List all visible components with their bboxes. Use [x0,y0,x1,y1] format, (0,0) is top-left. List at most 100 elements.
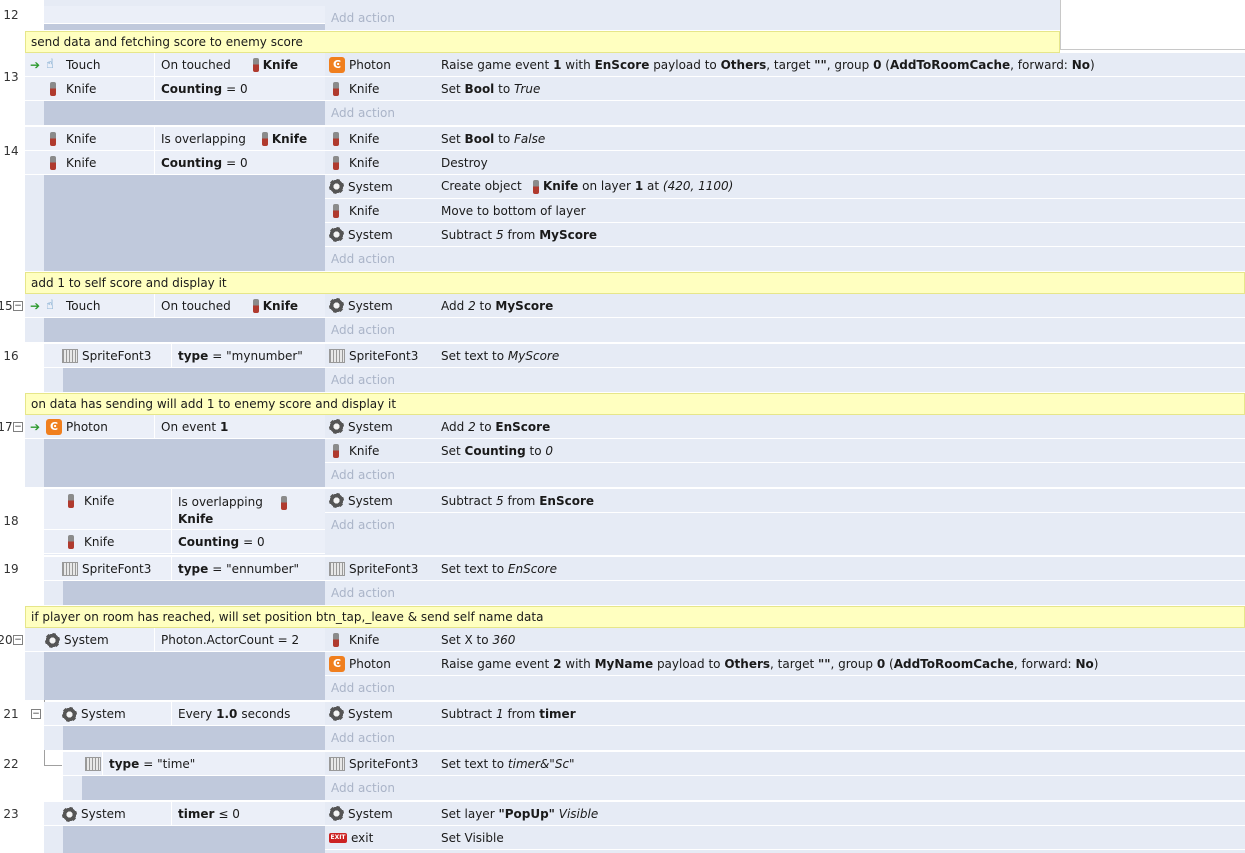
add-action-13[interactable]: Add action [325,101,1245,125]
action-object: Knife [349,131,380,146]
action-object: System [348,298,393,313]
knife-icon [68,494,74,508]
spritefont-icon [329,348,345,363]
add-action-16[interactable]: Add action [325,368,1245,392]
action-object: Knife [349,81,380,96]
gear-icon [329,419,344,434]
object-name: Photon [66,420,108,434]
condition-param: 1.0 [216,707,238,721]
event-12-condition[interactable] [44,6,325,24]
action-text: Add 2 to EnScore [441,419,551,434]
action-object: SpriteFont3 [349,561,419,576]
add-action-17[interactable]: Add action [325,463,1245,487]
action-object: Knife [349,443,380,458]
trigger-arrow-icon: ➔ [30,58,41,72]
event-13-condition-2[interactable]: Knife Counting = 0 [25,77,325,101]
knife-icon [252,58,259,72]
event-16-condition-1[interactable]: SpriteFont3 type = "mynumber" [44,344,325,368]
knife-icon [333,203,339,218]
action-object: System [348,493,393,508]
event-15-action-1[interactable]: System Add 2 to MyScore [325,294,1245,318]
event-23-action-2[interactable]: EXIT exit Set Visible [325,826,1245,850]
row-number-12: 12 [3,8,19,22]
collapse-toggle-15[interactable]: − [13,301,23,311]
collapse-toggle-21[interactable]: − [31,709,41,719]
action-object: System [348,227,393,242]
action-object: SpriteFont3 [349,348,419,363]
event-23-action-1[interactable]: System Set layer "PopUp" Visible [325,802,1245,826]
event-21-condition-1[interactable]: System Every 1.0 seconds [44,702,325,726]
event-14-action-1[interactable]: Knife Set Bool to False [325,127,1245,151]
event-19-action-1[interactable]: SpriteFont3 Set text to EnScore [325,557,1245,581]
action-text: Subtract 5 from EnScore [441,493,594,508]
comment-17[interactable]: on data has sending will add 1 to enemy … [25,393,1245,415]
event-13-action-2[interactable]: Knife Set Bool to True [325,77,1245,101]
spritefont-icon [85,757,101,771]
row-number-19: 19 [3,562,19,576]
object-name: SpriteFont3 [82,349,152,363]
touch-icon: ☝ [46,298,54,313]
event-17-action-2[interactable]: Knife Set Counting to 0 [325,439,1245,463]
action-object: System [348,419,393,434]
event-14-condition-2[interactable]: Knife Counting = 0 [25,151,325,175]
event-19-condition-1[interactable]: SpriteFont3 type = "ennumber" [44,557,325,581]
event-16-action-1[interactable]: SpriteFont3 Set text to MyScore [325,344,1245,368]
event-14-action-3[interactable]: System Create object Knife on layer 1 at… [325,175,1245,199]
event-14-condition-1[interactable]: Knife Is overlapping Knife [25,127,325,151]
add-action-21[interactable]: Add action [325,726,1245,750]
exit-icon: EXIT [329,832,347,843]
event-13-condition-1[interactable]: ➔ ☝ Touch On touched Knife [25,53,325,77]
collapse-toggle-17[interactable]: − [13,422,23,432]
event-18-action-1[interactable]: System Subtract 5 from EnScore [325,489,1245,513]
knife-icon [252,299,259,313]
knife-icon [50,132,56,146]
event-17-condition-1[interactable]: ➔ Ͼ Photon On event 1 [25,415,325,439]
object-name: System [64,633,109,647]
add-action-12[interactable]: Add action [325,6,1060,30]
comment-20[interactable]: if player on room has reached, will set … [25,606,1245,628]
condition-compare: = "mynumber" [212,349,303,363]
add-action-19[interactable]: Add action [325,581,1245,605]
condition-param: Knife [262,58,299,72]
gear-icon [329,227,344,242]
event-20-condition-1[interactable]: System Photon.ActorCount = 2 [25,628,325,652]
event-17-action-1[interactable]: System Add 2 to EnScore [325,415,1245,439]
action-object: Knife [349,632,380,647]
event-14-action-5[interactable]: System Subtract 5 from MyScore [325,223,1245,247]
knife-icon [333,443,339,458]
event-22-condition-1[interactable]: type = "time" [63,752,325,776]
object-name: System [81,707,126,721]
event-22-filler [82,776,325,800]
event-14-action-4[interactable]: Knife Move to bottom of layer [325,199,1245,223]
comment-15[interactable]: add 1 to self score and display it [25,272,1245,294]
empty-area [1060,0,1245,50]
event-13-action-1[interactable]: Ͼ Photon Raise game event 1 with EnScore … [325,53,1245,77]
row-number-13: 13 [3,70,19,84]
add-action-20[interactable]: Add action [325,676,1245,700]
knife-icon [50,156,56,170]
event-20-action-1[interactable]: Knife Set X to 360 [325,628,1245,652]
event-23-filler [63,826,325,853]
gear-icon [45,632,60,648]
object-name: Knife [66,132,97,146]
event-15-condition-1[interactable]: ➔ ☝ Touch On touched Knife [25,294,325,318]
event-23-condition-1[interactable]: System timer ≤ 0 [44,802,325,826]
add-action-18[interactable]: Add action [325,513,1245,537]
collapse-toggle-20[interactable]: − [13,635,23,645]
gear-icon [329,706,344,721]
add-action-22[interactable]: Add action [325,776,1245,800]
event-12-filler [44,24,325,30]
condition-compare: ≤ 0 [218,807,240,821]
add-action-15[interactable]: Add action [325,318,1245,342]
event-20-action-2[interactable]: Ͼ Photon Raise game event 2 with MyName p… [325,652,1245,676]
event-18-condition-2[interactable]: Knife Counting = 0 [44,530,325,554]
comment-13[interactable]: send data and fetching score to enemy sc… [25,31,1060,53]
trigger-arrow-icon: ➔ [30,420,41,434]
event-21-action-1[interactable]: System Subtract 1 from timer [325,702,1245,726]
event-14-action-2[interactable]: Knife Destroy [325,151,1245,175]
add-action-14[interactable]: Add action [325,247,1245,271]
event-22-action-1[interactable]: SpriteFont3 Set text to timer&"Sc" [325,752,1245,776]
event-18-condition-1[interactable]: Knife Is overlapping Knife [44,489,325,530]
spritefont-icon [62,349,78,363]
object-name: Knife [84,494,115,508]
